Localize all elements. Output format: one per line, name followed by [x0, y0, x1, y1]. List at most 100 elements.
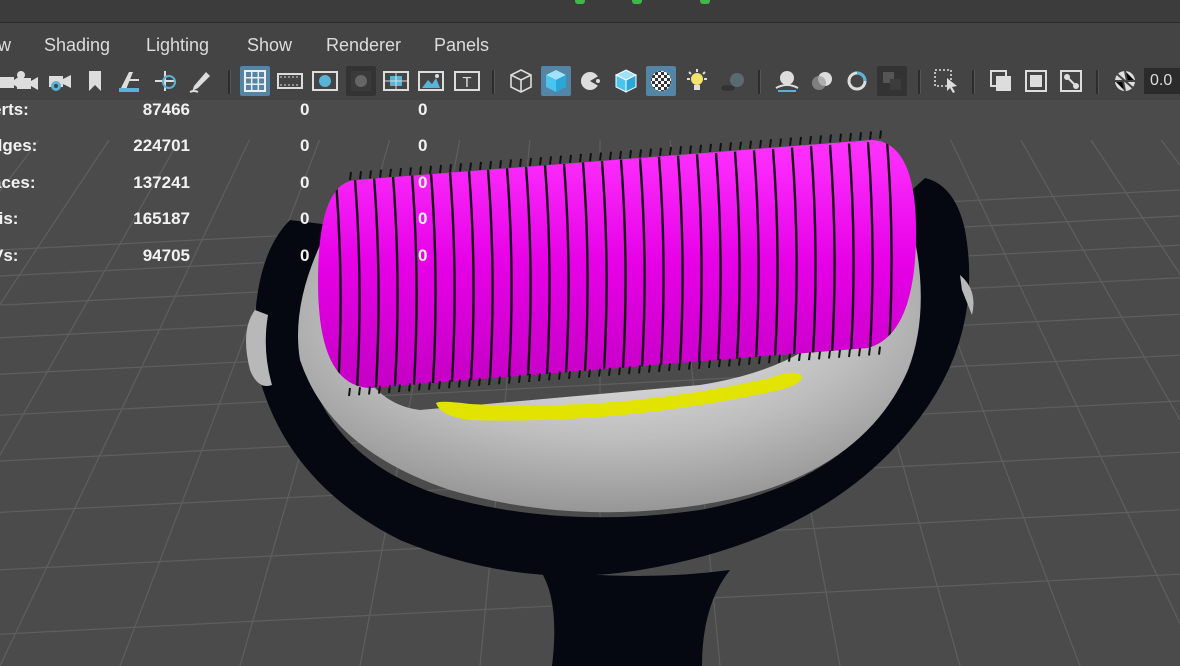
hud-row-edges: dges: 224701 0 0: [0, 136, 470, 160]
camera-attributes-icon[interactable]: [12, 66, 42, 96]
hud-label: Vs:: [0, 246, 19, 265]
menu-show[interactable]: Show: [247, 35, 292, 56]
exposure-field[interactable]: 0.0: [1144, 68, 1180, 94]
needle: [679, 146, 682, 155]
smooth-shade-icon[interactable]: [541, 66, 571, 96]
needle: [398, 383, 401, 393]
safe-title-icon[interactable]: T: [452, 66, 482, 96]
grease-pencil-icon[interactable]: [186, 66, 216, 96]
needle: [388, 384, 391, 394]
needle: [809, 135, 812, 145]
needle: [528, 373, 531, 383]
shadows-icon[interactable]: [718, 66, 748, 96]
hud-row-faces: aces: 137241 0 0: [0, 173, 470, 197]
needle: [668, 362, 671, 372]
needle: [788, 353, 791, 362]
wireframe-on-shaded-icon[interactable]: [611, 66, 641, 96]
needle: [508, 375, 511, 384]
needle: [408, 383, 411, 392]
hud-row-uvs: Vs: 94705 0 0: [0, 246, 470, 270]
panel-toolbar: T 0.0: [0, 64, 1180, 100]
image-plane-icon[interactable]: [114, 66, 144, 96]
xray-icon[interactable]: [986, 66, 1016, 96]
needle: [529, 157, 532, 167]
screen-space-ao-icon[interactable]: [772, 66, 802, 96]
needle: [798, 352, 801, 362]
needle: [509, 159, 512, 168]
needle: [739, 141, 742, 150]
needle: [629, 150, 632, 159]
gate-mask-icon[interactable]: [346, 66, 376, 96]
exposure-icon[interactable]: [1110, 66, 1140, 96]
pan-zoom-icon[interactable]: [150, 66, 180, 96]
menu-shading[interactable]: Shading: [44, 35, 110, 56]
needle: [758, 355, 761, 365]
needle: [368, 386, 371, 395]
needle: [819, 135, 822, 144]
textured-icon[interactable]: [646, 66, 676, 96]
needle: [869, 131, 872, 140]
motion-blur-icon[interactable]: [807, 66, 837, 96]
status-mark: [632, 0, 642, 4]
depth-of-field-icon[interactable]: [877, 66, 907, 96]
needle: [438, 380, 441, 390]
needle: [558, 371, 561, 380]
bookmark-icon[interactable]: [80, 66, 110, 96]
needle: [348, 387, 351, 397]
needle: [589, 153, 592, 162]
film-gate-icon[interactable]: [275, 66, 305, 96]
needle: [689, 145, 692, 154]
viewport-3d[interactable]: erts: 87466 0 0 dges: 224701 0 0 aces: 1…: [0, 100, 1180, 666]
needle: [769, 139, 772, 148]
needle: [489, 160, 492, 170]
use-default-material-icon[interactable]: [576, 66, 606, 96]
needle: [779, 138, 782, 147]
needle: [518, 374, 521, 383]
resolution-gate-icon[interactable]: [310, 66, 340, 96]
needle: [738, 357, 741, 366]
hud-label: dges:: [0, 136, 38, 155]
needle: [868, 347, 871, 356]
hud-total: 165187: [133, 209, 190, 228]
anti-aliasing-icon[interactable]: [842, 66, 872, 96]
menu-lighting[interactable]: Lighting: [146, 35, 209, 56]
xray-active-components-icon[interactable]: [1021, 66, 1051, 96]
use-all-lights-icon[interactable]: [682, 66, 712, 96]
needle: [618, 366, 621, 376]
needle: [808, 351, 811, 361]
needle: [539, 157, 542, 166]
menu-view[interactable]: w: [0, 35, 11, 56]
needle: [799, 136, 802, 146]
needle: [609, 151, 612, 160]
needle: [818, 351, 821, 360]
hud-selected-2: 0: [418, 173, 428, 192]
field-chart-icon[interactable]: [381, 66, 411, 96]
wireframe-icon[interactable]: [506, 66, 536, 96]
hud-selected: 0: [300, 173, 310, 192]
svg-text:T: T: [462, 74, 471, 91]
grid-icon[interactable]: [240, 66, 270, 96]
needle: [838, 349, 841, 358]
hud-total: 87466: [142, 100, 190, 119]
safe-action-icon[interactable]: [416, 66, 446, 96]
needle: [598, 368, 601, 377]
needle: [859, 132, 862, 141]
needle: [599, 152, 602, 161]
needle: [669, 146, 672, 156]
needle: [789, 137, 792, 146]
menu-renderer[interactable]: Renderer: [326, 35, 401, 56]
needle: [879, 130, 882, 139]
hud-selected: 0: [300, 136, 310, 155]
menu-panels[interactable]: Panels: [434, 35, 489, 56]
needle: [538, 373, 541, 382]
isolate-select-icon[interactable]: [932, 66, 962, 96]
toolbar-separator: [492, 70, 495, 94]
needle: [649, 148, 652, 157]
camera-settings-icon[interactable]: [44, 66, 74, 96]
grid-line: [1020, 139, 1180, 422]
needle: [829, 134, 832, 143]
hud-label: ris:: [0, 209, 19, 228]
toolbar-separator: [228, 70, 231, 94]
xray-joints-icon[interactable]: [1056, 66, 1086, 96]
hud-selected-2: 0: [418, 100, 428, 119]
